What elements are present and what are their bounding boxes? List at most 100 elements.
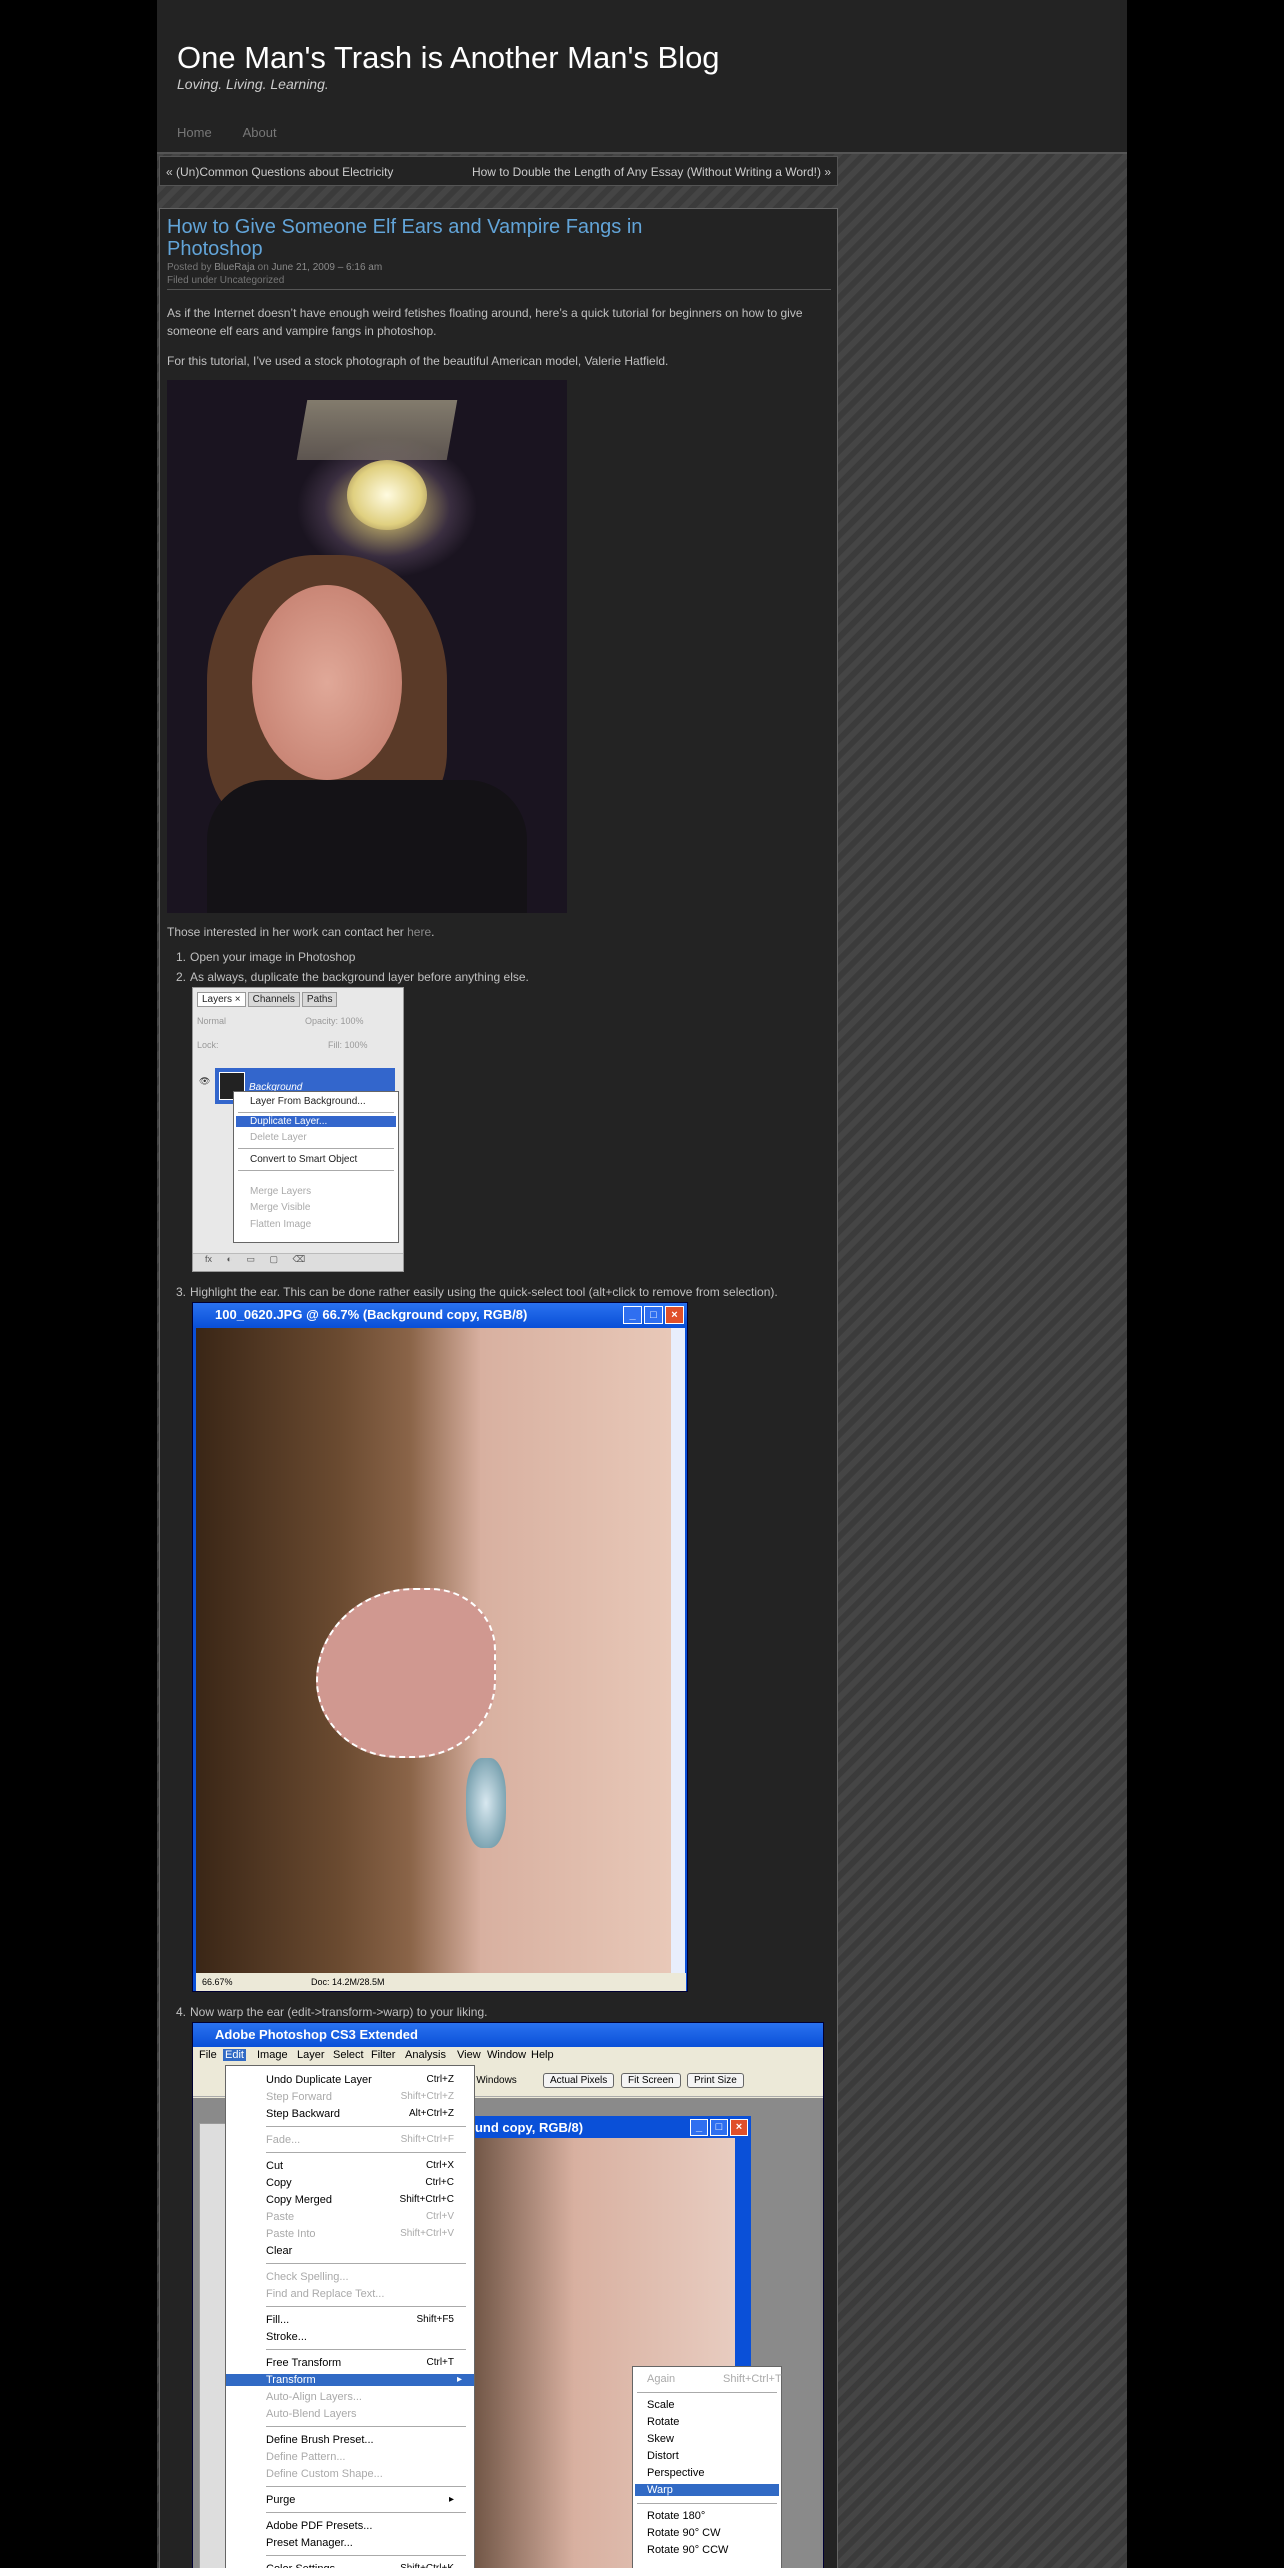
fill-field[interactable]: Fill: 100%: [328, 1040, 368, 1050]
edit-menu-item[interactable]: Undo Duplicate Layer Ctrl+Z: [266, 2074, 466, 2086]
next-post-link[interactable]: How to Double the Length of Any Essay (W…: [472, 165, 831, 179]
edit-menu-item[interactable]: Color Settings... Shift+Ctrl+K: [266, 2563, 466, 2568]
group-icon[interactable]: ▭: [246, 1254, 255, 1264]
edit-menu-item[interactable]: Define Custom Shape...: [266, 2468, 466, 2480]
edit-menu-item[interactable]: Paste Ctrl+V: [266, 2211, 466, 2223]
maximize-icon[interactable]: □: [710, 2119, 728, 2136]
vertical-scrollbar[interactable]: [671, 1328, 685, 1973]
menu-filter[interactable]: Filter: [369, 2049, 397, 2061]
transform-menu-item[interactable]: Rotate: [647, 2416, 679, 2428]
transform-menu-item-label: Distort: [647, 2450, 679, 2462]
opacity-field[interactable]: Opacity: 100%: [305, 1016, 364, 1026]
post-title[interactable]: How to Give Someone Elf Ears and Vampire…: [167, 216, 647, 260]
menu-view[interactable]: View: [455, 2049, 483, 2061]
zoom-level[interactable]: 66.67%: [202, 1977, 233, 1987]
document-titlebar[interactable]: ound copy, RGB/8) _ □ ×: [463, 2116, 751, 2138]
transform-menu-item[interactable]: Distort: [647, 2450, 679, 2462]
tab-layers[interactable]: Layers ×: [197, 992, 246, 1007]
edit-menu-item[interactable]: Find and Replace Text...: [266, 2288, 466, 2300]
author-link[interactable]: BlueRaja: [214, 262, 255, 273]
menu-edit[interactable]: Edit: [223, 2049, 246, 2061]
edit-menu-item-label: Fade...: [266, 2134, 301, 2146]
page-container: One Man's Trash is Another Man's Blog Lo…: [157, 0, 1127, 2568]
close-icon[interactable]: ×: [730, 2119, 748, 2136]
fit-screen-button[interactable]: Fit Screen: [621, 2073, 681, 2088]
print-size-button[interactable]: Print Size: [687, 2073, 744, 2088]
transform-menu-item[interactable]: Rotate 90° CCW: [647, 2544, 728, 2556]
edit-menu-item[interactable]: Step Forward Shift+Ctrl+Z: [266, 2091, 466, 2103]
transform-menu-item[interactable]: Skew: [647, 2433, 674, 2445]
menu-separator: [266, 2555, 466, 2556]
menu-analysis[interactable]: Analysis: [403, 2049, 448, 2061]
edit-menu-item[interactable]: Define Brush Preset...: [266, 2434, 466, 2446]
menu-image[interactable]: Image: [255, 2049, 290, 2061]
blend-mode[interactable]: Normal: [197, 1016, 226, 1026]
transform-menu-item[interactable]: Perspective: [647, 2467, 704, 2479]
edit-menu-item[interactable]: Copy Merged Shift+Ctrl+C: [266, 2194, 466, 2206]
transform-menu-item[interactable]: Again Shift+Ctrl+T: [647, 2373, 782, 2385]
date-link[interactable]: June 21, 2009 – 6:16 am: [272, 262, 383, 273]
edit-menu-item[interactable]: Transform ▸: [226, 2374, 474, 2386]
edit-menu-item[interactable]: Adobe PDF Presets...: [266, 2520, 466, 2532]
window-titlebar[interactable]: 100_0620.JPG @ 66.7% (Background copy, R…: [193, 1303, 687, 1327]
edit-menu-item-label: Define Brush Preset...: [266, 2434, 374, 2446]
edit-menu-item[interactable]: Clear: [266, 2245, 466, 2257]
minimize-icon[interactable]: _: [690, 2119, 708, 2136]
edit-menu-item[interactable]: Copy Ctrl+C: [266, 2177, 466, 2189]
menu-flatten-image[interactable]: Flatten Image: [250, 1219, 311, 1230]
menu-window[interactable]: Window: [485, 2049, 528, 2061]
earring: [466, 1758, 506, 1848]
edit-menu-item[interactable]: Define Pattern...: [266, 2451, 466, 2463]
step-text: Highlight the ear. This can be done rath…: [190, 1285, 778, 1299]
app-titlebar[interactable]: Adobe Photoshop CS3 Extended: [193, 2023, 823, 2047]
edit-menu-item[interactable]: Stroke...: [266, 2331, 466, 2343]
menu-help[interactable]: Help: [529, 2049, 556, 2061]
nav-home[interactable]: Home: [177, 125, 212, 140]
edit-menu-item[interactable]: Auto-Align Layers...: [266, 2391, 466, 2403]
edit-menu-item[interactable]: Check Spelling...: [266, 2271, 466, 2283]
edit-menu-item[interactable]: Step Backward Alt+Ctrl+Z: [266, 2108, 466, 2120]
actual-pixels-button[interactable]: Actual Pixels: [543, 2073, 615, 2088]
delete-layer-icon[interactable]: ⌫: [293, 1254, 306, 1264]
menu-layer-from-background[interactable]: Layer From Background...: [250, 1096, 366, 1107]
all-windows-label[interactable]: ll Windows: [469, 2075, 517, 2086]
tab-paths[interactable]: Paths: [301, 992, 338, 1007]
menu-duplicate-layer[interactable]: Duplicate Layer...: [236, 1116, 396, 1127]
menu-delete-layer[interactable]: Delete Layer: [250, 1132, 307, 1143]
ear-selection-window: 100_0620.JPG @ 66.7% (Background copy, R…: [192, 1302, 688, 1992]
menu-merge-layers[interactable]: Merge Layers: [250, 1186, 311, 1197]
ear-canvas[interactable]: [196, 1328, 671, 1973]
edit-menu-item[interactable]: Auto-Blend Layers: [266, 2408, 466, 2420]
edit-menu-item[interactable]: Preset Manager...: [266, 2537, 466, 2549]
tab-channels[interactable]: Channels: [247, 992, 300, 1007]
shortcut-label: Shift+Ctrl+K: [400, 2563, 454, 2568]
step-text: Now warp the ear (edit->transform->warp)…: [190, 2005, 488, 2019]
menu-merge-visible[interactable]: Merge Visible: [250, 1202, 310, 1213]
eye-icon[interactable]: 👁: [199, 1076, 210, 1087]
transform-menu-item[interactable]: Rotate 90° CW: [647, 2527, 720, 2539]
edit-menu-item[interactable]: Fade... Shift+Ctrl+F: [266, 2134, 466, 2146]
prev-post-link[interactable]: « (Un)Common Questions about Electricity: [166, 165, 393, 179]
edit-menu-item[interactable]: Free Transform Ctrl+T: [266, 2357, 466, 2369]
link-layers-icon[interactable]: fx: [205, 1254, 212, 1264]
menu-file[interactable]: File: [197, 2049, 219, 2061]
edit-menu-item[interactable]: Paste Into Shift+Ctrl+V: [266, 2228, 466, 2240]
post-navigation: « (Un)Common Questions about Electricity…: [159, 156, 838, 186]
nav-about[interactable]: About: [243, 125, 277, 140]
edit-menu-item[interactable]: Purge ▸: [266, 2494, 466, 2506]
contact-link[interactable]: here: [407, 925, 431, 939]
edit-menu-item[interactable]: Fill... Shift+F5: [266, 2314, 466, 2326]
new-layer-icon[interactable]: ▢: [270, 1254, 279, 1264]
maximize-icon[interactable]: □: [644, 1306, 663, 1324]
transform-menu-item[interactable]: Scale: [647, 2399, 675, 2411]
transform-menu-item[interactable]: Warp: [635, 2484, 779, 2496]
blog-title[interactable]: One Man's Trash is Another Man's Blog: [177, 40, 720, 76]
close-icon[interactable]: ×: [665, 1306, 684, 1324]
menu-select[interactable]: Select: [331, 2049, 366, 2061]
minimize-icon[interactable]: _: [623, 1306, 642, 1324]
transform-menu-item[interactable]: Rotate 180°: [647, 2510, 705, 2522]
menu-convert-smart-object[interactable]: Convert to Smart Object: [250, 1154, 357, 1165]
adjustment-icon[interactable]: ◐: [227, 1254, 232, 1264]
menu-layer[interactable]: Layer: [295, 2049, 327, 2061]
edit-menu-item[interactable]: Cut Ctrl+X: [266, 2160, 466, 2172]
